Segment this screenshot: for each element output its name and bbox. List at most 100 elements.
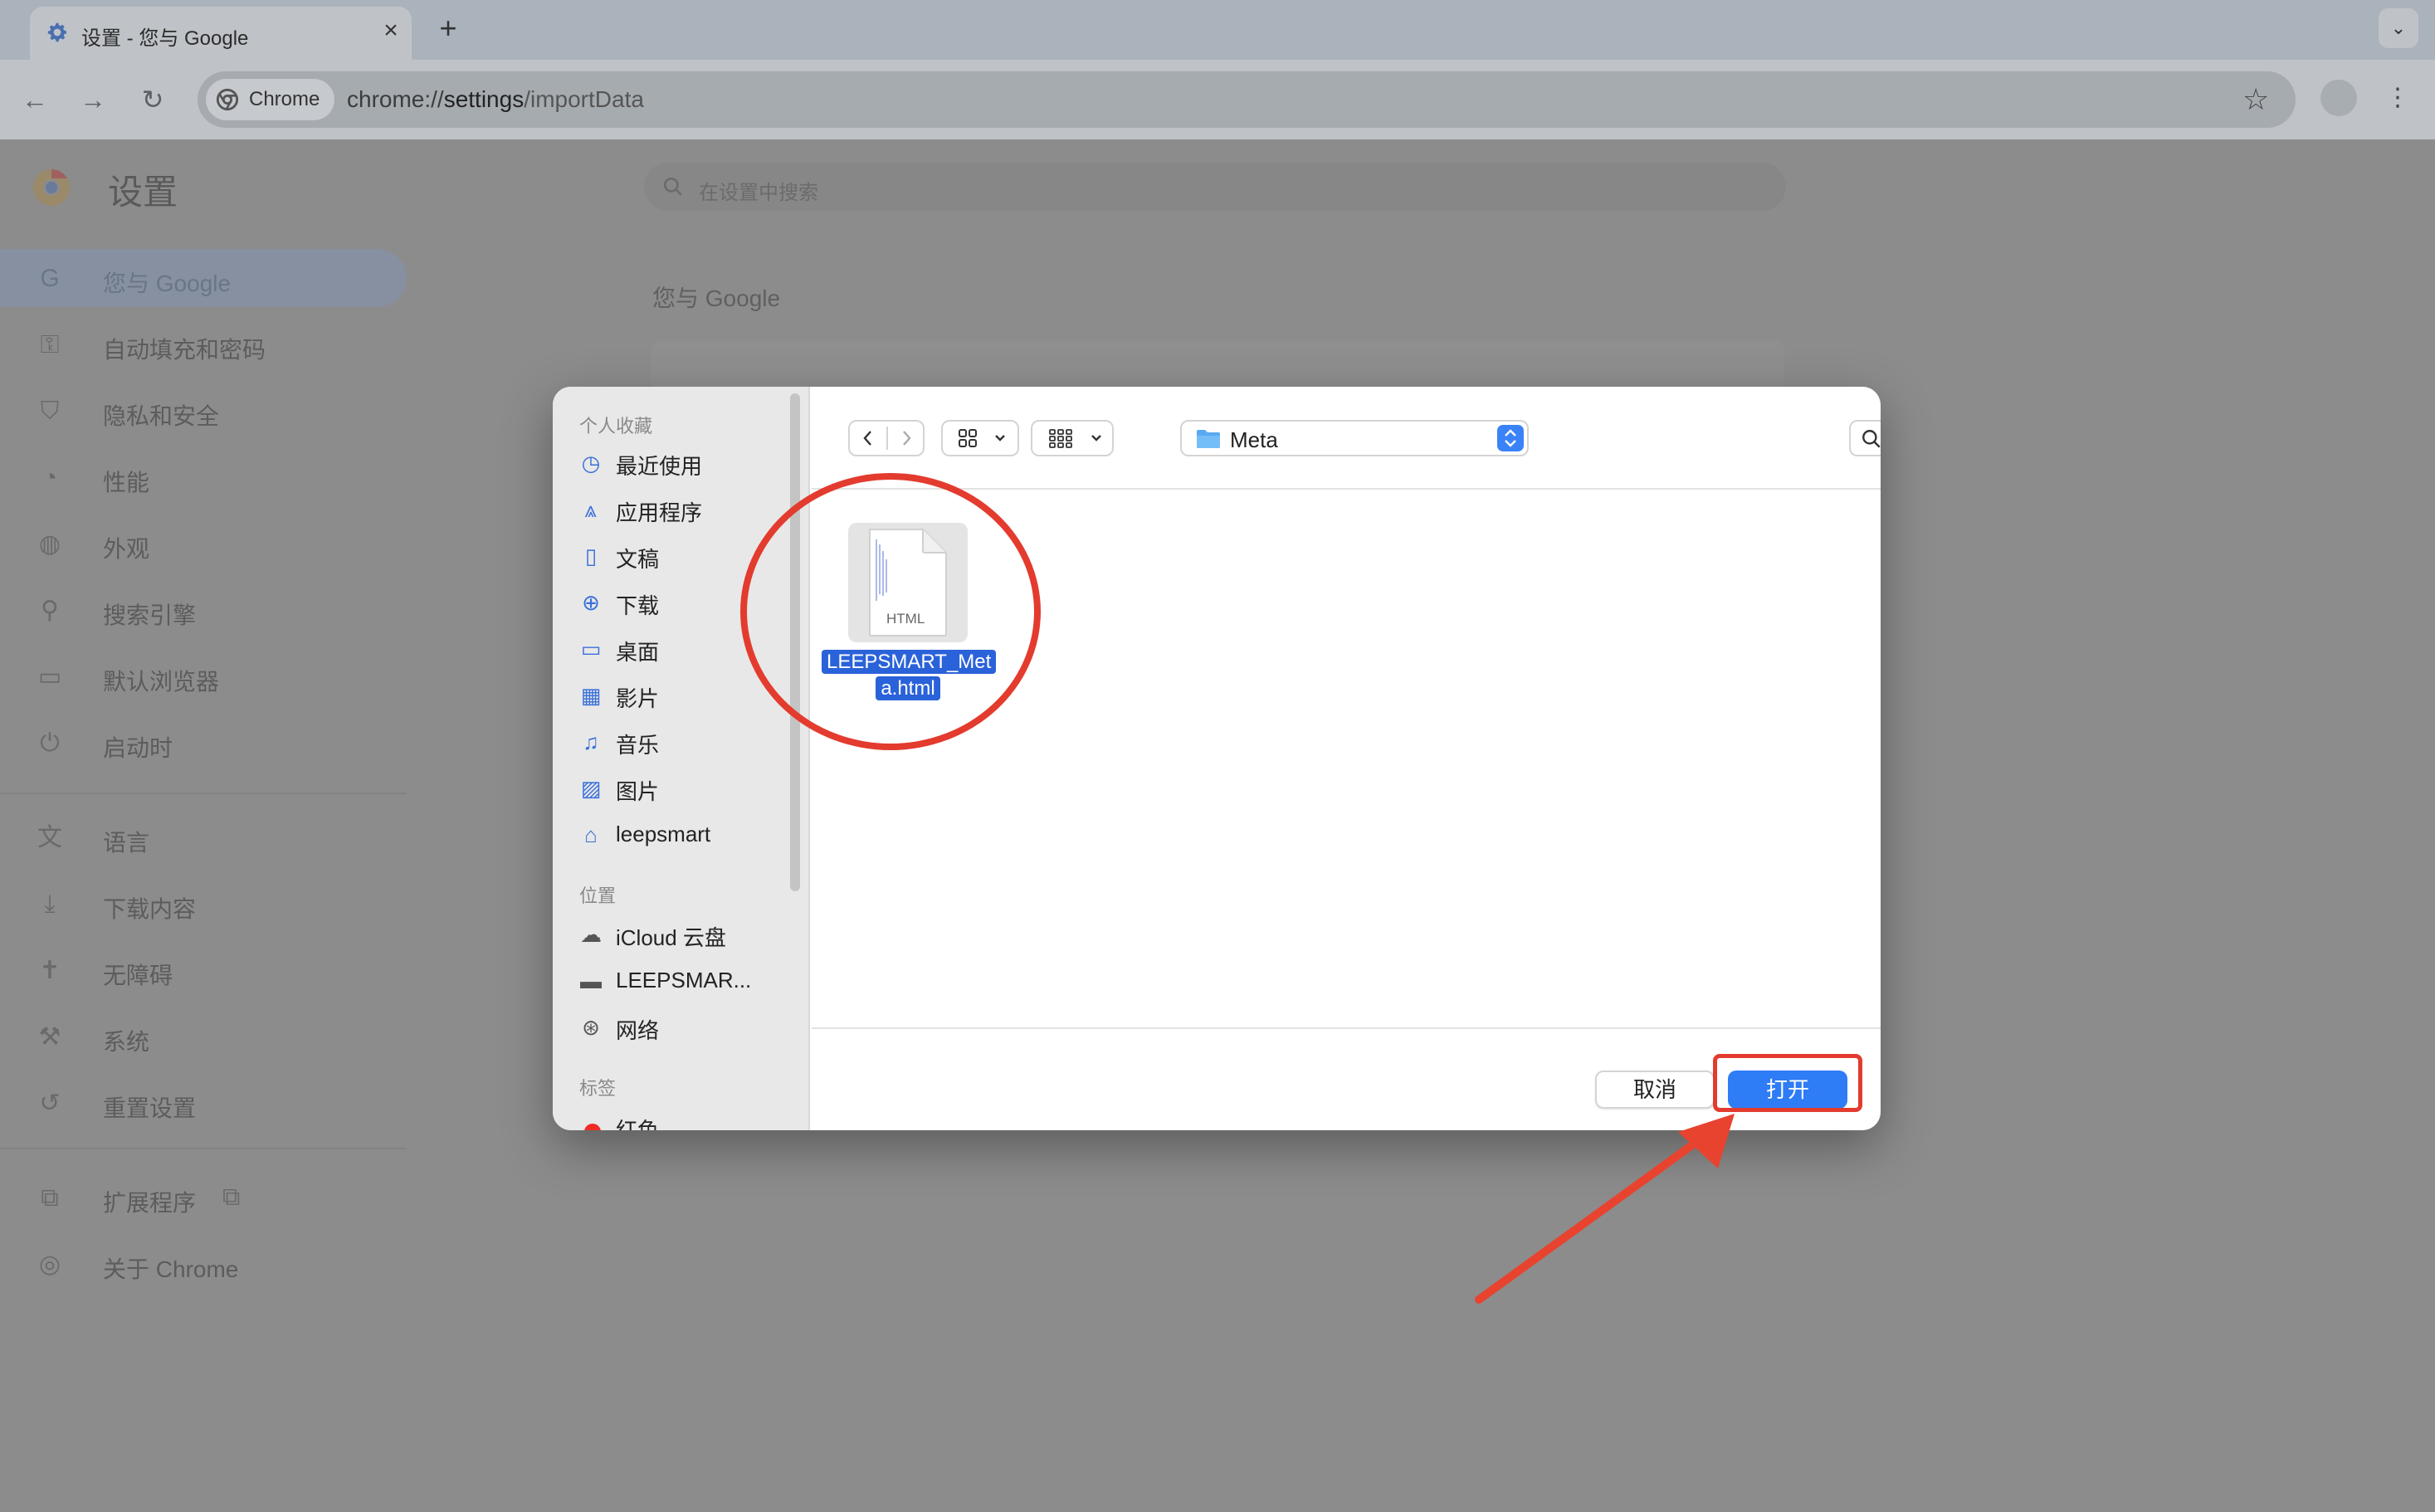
sidebar-clock-item[interactable]: ◷ 最近使用 [578, 441, 785, 483]
sidebar-home-item[interactable]: ⌂ leepsmart [578, 813, 785, 855]
sidebar-item-label: 您与 Google [103, 271, 232, 296]
sidebar-laptop-item[interactable]: ▬ LEEPSMAR... [578, 959, 785, 1001]
site-chip-label: Chrome [249, 88, 320, 110]
sidebar-item-label: 语言 [103, 830, 150, 856]
back-arrow-icon[interactable]: ← [15, 80, 55, 119]
applications-icon: ⩓ [584, 497, 598, 522]
tab-close-icon[interactable]: × [377, 17, 405, 45]
shield-icon: ⛉ [40, 398, 60, 425]
accessibility-icon: ✝ [39, 957, 61, 984]
dialog-toolbar: Meta 搜索 [812, 387, 1881, 490]
browser-window-icon: ▭ [37, 663, 62, 690]
reload-icon[interactable]: ↻ [133, 80, 173, 119]
file-open-dialog: 个人收藏 ◷ 最近使用 ⩓ 应用程序 ▯ 文稿 ⊕ 下载 ▭ 桌面 ▦ 影片 ♫ 音乐 ▨ 图片 ⌂ leepsm… [553, 387, 1881, 1130]
chevron-down-icon [1084, 422, 1109, 455]
translate-icon: 文 [37, 824, 62, 851]
google-g-icon: G [40, 265, 60, 292]
tags-header: 标签 [579, 1078, 617, 1099]
palette-icon: ◍ [38, 530, 61, 558]
settings-search-input[interactable]: 在设置中搜索 [644, 163, 1786, 211]
sidebar-item-15[interactable]: ◎ 关于 Chrome [0, 1235, 407, 1293]
sidebar-item-5[interactable]: ◍ 外观 [0, 515, 407, 573]
tab-search-chevron-icon[interactable]: ⌄ [2379, 8, 2418, 48]
sidebar-cloud-item[interactable]: ☁ iCloud 云盘 [578, 913, 785, 954]
sidebar-item-1[interactable]: G 您与 Google [0, 249, 407, 307]
sidebar-item-label: 自动填充和密码 [103, 337, 266, 363]
sidebar-item-14[interactable]: ⧉ 扩展程序 ⧉ [0, 1168, 407, 1227]
sidebar-item-label: 无障碍 [103, 963, 173, 988]
sidebar-item-label: 关于 Chrome [103, 1256, 239, 1282]
group-by-button[interactable] [1031, 420, 1114, 456]
sidebar-item-2[interactable]: ⚿ 自动填充和密码 [0, 315, 407, 373]
forward-chevron-icon[interactable] [888, 422, 925, 455]
sidebar-item-13[interactable]: ↺ 重置设置 [0, 1074, 407, 1132]
page-title: 设置 [108, 173, 178, 212]
sidebar-photo-item[interactable]: ▨ 图片 [578, 767, 785, 808]
dialog-search-input[interactable]: 搜索 [1849, 420, 1881, 456]
sidebar-item-4[interactable]: ◔ 性能 [0, 448, 407, 506]
back-chevron-icon[interactable] [850, 422, 886, 455]
sidebar-item-12[interactable]: ⚒ 系统 [0, 1007, 407, 1066]
puzzle-icon: ⧉ [41, 1184, 59, 1212]
address-bar[interactable]: Chrome chrome://settings/importData ☆ [198, 71, 2296, 128]
site-chip[interactable]: Chrome [206, 79, 335, 120]
gauge-icon: ◔ [41, 464, 58, 491]
account-card [651, 340, 1784, 390]
sidebar-item-label: 扩展程序 [103, 1190, 197, 1216]
sidebar-divider [0, 1148, 407, 1149]
document-icon: ▯ [584, 544, 598, 568]
film-icon: ▦ [580, 683, 602, 708]
profile-avatar[interactable] [2320, 80, 2357, 116]
sidebar-item-label: 系统 [103, 1029, 150, 1055]
tab-title: 设置 - 您与 Google [81, 27, 249, 50]
sidebar-item-8[interactable]: ⏻ 启动时 [0, 714, 407, 772]
gear-icon [47, 22, 67, 42]
section-title: 您与 Google [652, 285, 781, 311]
red-tag-dot-icon [584, 1124, 601, 1130]
folder-path-select[interactable]: Meta [1180, 420, 1529, 456]
download-circle-icon: ⊕ [582, 590, 600, 615]
chevron-down-icon [988, 422, 1013, 455]
favorites-header: 个人收藏 [579, 416, 653, 437]
browser-tab[interactable]: 设置 - 您与 Google × [30, 7, 412, 60]
home-icon: ⌂ [584, 822, 598, 847]
sidebar-item-label: 外观 [103, 536, 150, 562]
new-tab-icon[interactable]: + [432, 12, 465, 45]
music-icon: ♫ [583, 729, 599, 754]
current-folder-label: Meta [1230, 427, 1278, 452]
sidebar-item-7[interactable]: ▭ 默认浏览器 [0, 647, 407, 705]
sidebar-music-item[interactable]: ♫ 音乐 [578, 720, 785, 762]
forward-arrow-icon[interactable]: → [73, 80, 113, 119]
search-icon [663, 177, 682, 196]
desktop-icon: ▭ [580, 637, 602, 661]
tab-strip: 设置 - 您与 Google × + ⌄ [0, 0, 2435, 60]
globe-icon: ⊛ [582, 1015, 600, 1040]
sidebar-item-label: 启动时 [103, 735, 173, 761]
annotation-arrow-icon [1475, 1114, 1735, 1304]
dialog-sidebar: 个人收藏 ◷ 最近使用 ⩓ 应用程序 ▯ 文稿 ⊕ 下载 ▭ 桌面 ▦ 影片 ♫ 音乐 ▨ 图片 ⌂ leepsm… [553, 387, 810, 1130]
sidebar-item-11[interactable]: ✝ 无障碍 [0, 941, 407, 999]
more-menu-icon[interactable]: ⋮ [2385, 80, 2410, 116]
sidebar-item-9[interactable]: 文 语言 [0, 808, 407, 866]
sidebar-globe-item[interactable]: ⊛ 网络 [578, 1006, 785, 1047]
power-icon: ⏻ [40, 729, 60, 757]
sidebar-item-label: 隐私和安全 [103, 403, 220, 429]
sidebar-item-label: 搜索引擎 [103, 602, 197, 628]
sidebar-divider [0, 793, 407, 794]
chrome-logo-icon [33, 169, 70, 206]
cloud-icon: ☁ [580, 922, 602, 947]
sidebar-item-label: 性能 [103, 470, 150, 495]
sidebar-applications-item[interactable]: ⩓ 应用程序 [578, 488, 785, 529]
view-mode-button[interactable] [941, 420, 1019, 456]
sidebar-film-item[interactable]: ▦ 影片 [578, 674, 785, 715]
chrome-icon [216, 88, 239, 111]
sidebar-item-10[interactable]: ⤓ 下载内容 [0, 875, 407, 933]
wrench-icon: ⚒ [38, 1023, 61, 1051]
sidebar-item-3[interactable]: ⛉ 隐私和安全 [0, 382, 407, 440]
sidebar-tag-red[interactable]: 红色 [578, 1105, 785, 1130]
back-forward-group [848, 420, 925, 456]
sidebar-item-6[interactable]: ⚲ 搜索引擎 [0, 581, 407, 639]
external-link-icon[interactable]: ⧉ [222, 1183, 251, 1212]
download-icon: ⤓ [44, 890, 56, 918]
bookmark-star-icon[interactable]: ☆ [2242, 85, 2269, 115]
